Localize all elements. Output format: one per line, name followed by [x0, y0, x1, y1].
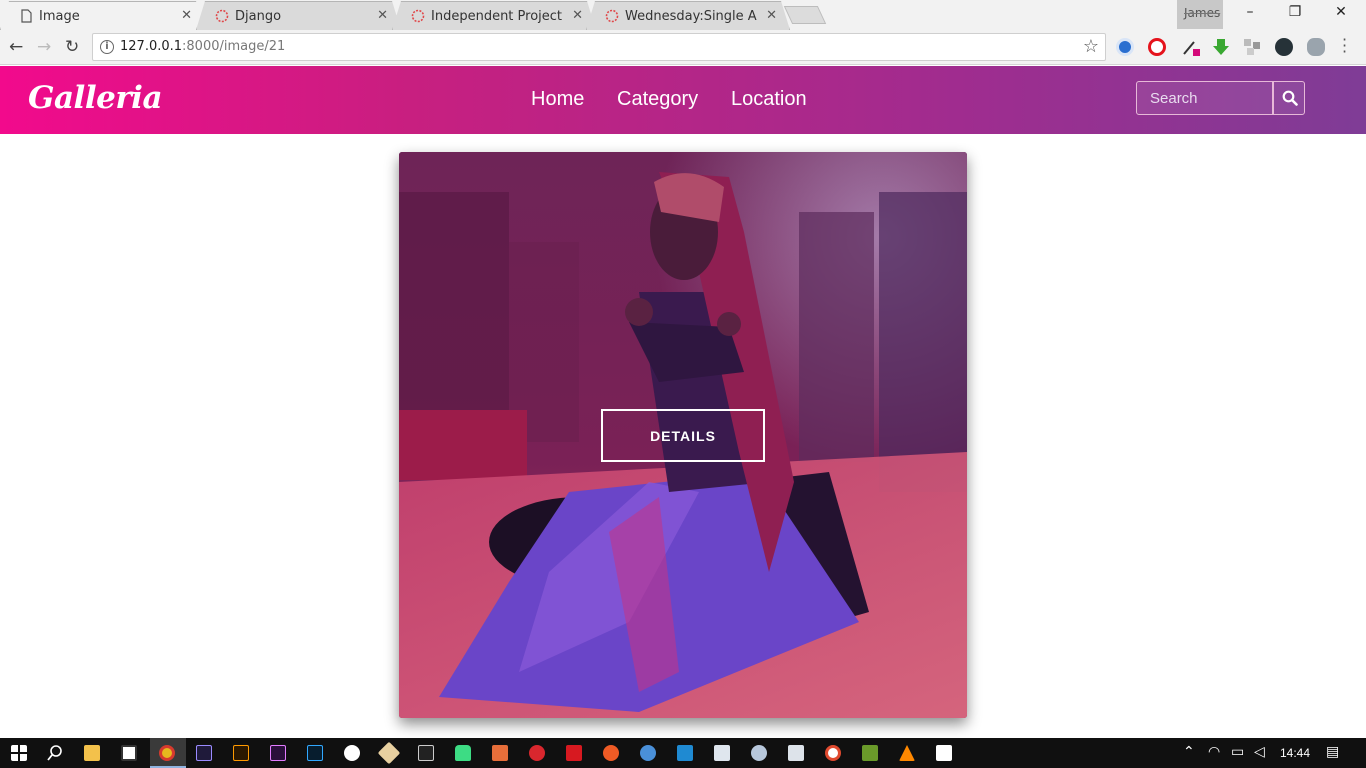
close-icon[interactable]: ✕: [572, 8, 583, 23]
globe-icon[interactable]: [1116, 38, 1134, 56]
brand-logo[interactable]: Galleria: [28, 80, 163, 116]
url-path: :8000/image/21: [182, 39, 286, 54]
dashboard-icon[interactable]: [788, 745, 804, 761]
vscode-icon[interactable]: [677, 745, 693, 761]
git-icon[interactable]: [377, 741, 401, 765]
tab-title: Image: [39, 9, 80, 24]
search-icon: [1282, 90, 1298, 106]
search-icon[interactable]: [47, 745, 63, 761]
info-icon[interactable]: i: [100, 40, 114, 54]
mega-icon[interactable]: [529, 745, 545, 761]
cloud-icon[interactable]: [1307, 38, 1325, 56]
postgres-icon[interactable]: [751, 745, 767, 761]
image-card[interactable]: DETAILS: [399, 152, 967, 718]
tab-title: Independent Project: [431, 9, 563, 24]
windows-start-icon[interactable]: [11, 745, 27, 761]
url-host: 127.0.0.1: [120, 39, 183, 54]
forward-button[interactable]: →: [37, 37, 51, 57]
tab-independent-project[interactable]: Independent Project ✕: [392, 1, 596, 30]
store-icon[interactable]: [121, 745, 137, 761]
vlc-icon[interactable]: [899, 745, 915, 761]
premiere-icon[interactable]: [270, 745, 286, 761]
chrome-menu-icon[interactable]: · · ·: [1342, 32, 1347, 60]
zeta-icon[interactable]: [1275, 38, 1293, 56]
illustrator-icon[interactable]: [233, 745, 249, 761]
reload-button[interactable]: ↻: [65, 37, 79, 57]
wifi-icon[interactable]: ◠: [1208, 744, 1220, 760]
clock[interactable]: 14:44: [1280, 746, 1310, 760]
close-window-button[interactable]: ✕: [1318, 4, 1364, 20]
nav-link-location[interactable]: Location: [731, 88, 807, 111]
sublime-icon[interactable]: [492, 745, 508, 761]
grid-icon[interactable]: [1243, 38, 1261, 56]
file-explorer-icon[interactable]: [84, 745, 100, 761]
details-button[interactable]: DETAILS: [601, 409, 765, 462]
tab-title: Django: [235, 9, 282, 24]
search-field[interactable]: [1136, 81, 1273, 115]
nav-link-home[interactable]: Home: [531, 88, 584, 111]
games-icon[interactable]: [862, 745, 878, 761]
browser-tab-strip: Image ✕ Django ✕ Independent Project ✕ W…: [0, 0, 1366, 30]
opera-icon[interactable]: [1148, 38, 1166, 56]
new-tab-button[interactable]: [783, 6, 827, 24]
browser-toolbar: ← → ↻ i 127.0.0.1:8000/image/21 ☆ · · ·: [0, 30, 1366, 65]
settings-icon[interactable]: [344, 745, 360, 761]
loading-icon: [215, 9, 229, 23]
volume-icon[interactable]: ◁: [1254, 744, 1265, 760]
page-icon: [19, 9, 33, 23]
address-bar[interactable]: i 127.0.0.1:8000/image/21 ☆: [92, 33, 1106, 61]
download-icon[interactable]: [1212, 38, 1230, 56]
postman-icon[interactable]: [603, 745, 619, 761]
windows-taskbar: ⌃ ◠ ▭ ◁ 14:44 ▤: [0, 738, 1366, 768]
tab-image[interactable]: Image ✕: [0, 1, 205, 30]
close-icon[interactable]: ✕: [181, 8, 192, 23]
virtualbox-icon[interactable]: [714, 745, 730, 761]
chrome-icon[interactable]: [159, 745, 175, 761]
nav-link-category[interactable]: Category: [617, 88, 698, 111]
tab-title: Wednesday:Single Article: [625, 9, 757, 24]
loading-icon: [411, 9, 425, 23]
tab-django[interactable]: Django ✕: [196, 1, 401, 30]
search-button[interactable]: [1272, 81, 1305, 115]
tab-wednesday[interactable]: Wednesday:Single Article ✕: [586, 1, 790, 30]
notification-icon[interactable]: ▤: [1326, 744, 1339, 760]
paint-icon[interactable]: [825, 745, 841, 761]
profile-name: James: [1184, 6, 1221, 20]
search-input[interactable]: [1137, 82, 1272, 114]
eyedropper-icon[interactable]: [1182, 38, 1200, 56]
site-navbar: Galleria Home Category Location: [0, 66, 1366, 134]
photoshop-icon[interactable]: [307, 745, 323, 761]
after-effects-icon[interactable]: [196, 745, 212, 761]
loading-icon: [605, 9, 619, 23]
android-icon[interactable]: [455, 745, 471, 761]
close-icon[interactable]: ✕: [377, 8, 388, 23]
restore-button[interactable]: ❐: [1272, 4, 1318, 20]
bookmark-star-icon[interactable]: ☆: [1083, 36, 1099, 57]
chevron-up-icon[interactable]: ⌃: [1183, 744, 1195, 760]
close-icon[interactable]: ✕: [766, 8, 777, 23]
github-icon[interactable]: [640, 745, 656, 761]
back-button[interactable]: ←: [9, 37, 23, 57]
minimize-button[interactable]: –: [1227, 4, 1273, 20]
photos-icon[interactable]: [936, 745, 952, 761]
terminal-icon[interactable]: [418, 745, 434, 761]
url-text[interactable]: 127.0.0.1:8000/image/21: [120, 39, 285, 54]
acrobat-icon[interactable]: [566, 745, 582, 761]
battery-icon[interactable]: ▭: [1231, 744, 1244, 760]
